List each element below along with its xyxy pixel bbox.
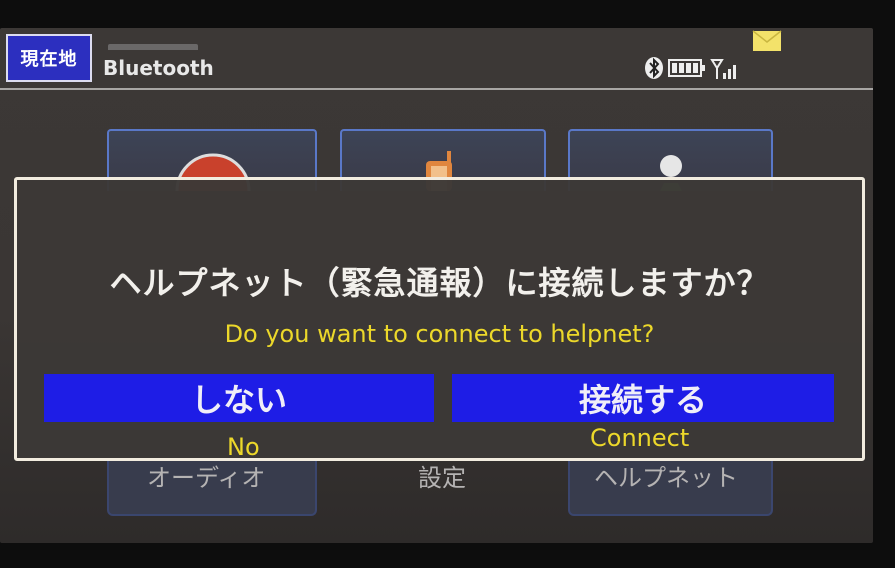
menu-label-helpnet: ヘルプネット: [594, 464, 738, 492]
menu-label-settings: 設定: [418, 464, 466, 492]
signal-icon: [710, 56, 740, 84]
bluetooth-label: Bluetooth: [103, 56, 214, 80]
status-area: [644, 56, 740, 84]
nav-screen: 現在地 Bluetooth オーディオ 設定 ヘルプネット ヘルプネット（緊急通…: [0, 28, 873, 543]
no-button[interactable]: しない: [44, 374, 434, 422]
current-location-button[interactable]: 現在地: [6, 34, 92, 82]
no-button-sub-label: No: [227, 433, 260, 461]
connect-button-label: 接続する: [578, 381, 707, 419]
dialog-question-en: Do you want to connect to helpnet?: [224, 320, 655, 348]
battery-icon: [668, 58, 706, 82]
helpnet-confirm-dialog: ヘルプネット（緊急通報）に接続しますか？ Do you want to conn…: [14, 177, 865, 461]
header-divider: [0, 88, 873, 90]
bluetooth-tab-indicator: [108, 44, 198, 50]
connect-button-sub-label: Connect: [590, 424, 690, 452]
menu-label-audio: オーディオ: [147, 464, 266, 492]
mail-icon[interactable]: [752, 30, 782, 52]
connect-button[interactable]: 接続する: [452, 374, 834, 422]
dialog-question-jp: ヘルプネット（緊急通報）に接続しますか？: [109, 264, 770, 302]
no-button-label: しない: [190, 381, 287, 419]
bluetooth-icon: [644, 56, 664, 84]
top-bar: 現在地 Bluetooth: [0, 28, 873, 88]
